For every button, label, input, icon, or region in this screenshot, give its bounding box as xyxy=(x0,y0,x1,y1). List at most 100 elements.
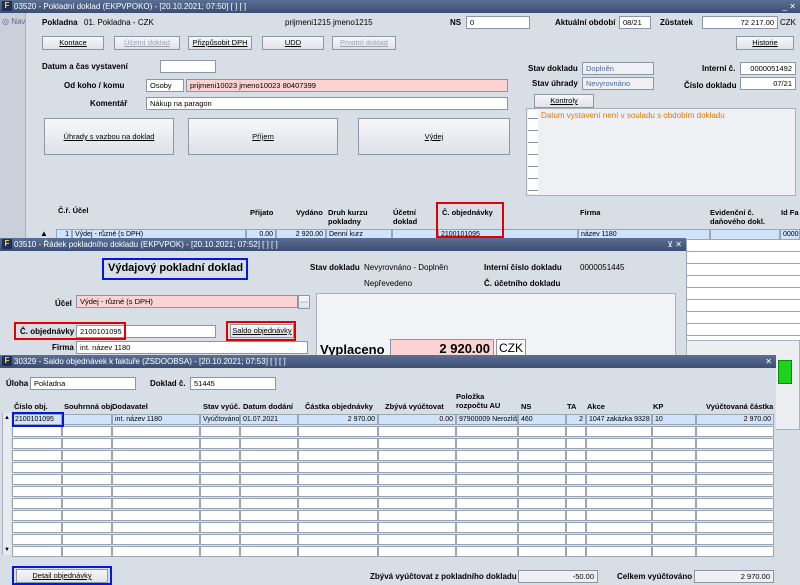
cell[interactable] xyxy=(200,486,240,497)
cell[interactable] xyxy=(298,426,378,437)
cell[interactable] xyxy=(586,462,652,473)
cell[interactable] xyxy=(240,498,298,509)
cell[interactable] xyxy=(12,474,62,485)
cell[interactable] xyxy=(518,438,566,449)
window-controls[interactable]: _ ✕ xyxy=(783,0,796,13)
cell[interactable] xyxy=(696,474,774,485)
cell[interactable] xyxy=(652,522,696,533)
cell[interactable] xyxy=(240,474,298,485)
cell[interactable] xyxy=(652,450,696,461)
cell[interactable] xyxy=(298,546,378,557)
cell[interactable] xyxy=(378,522,456,533)
cell[interactable] xyxy=(566,498,586,509)
cell[interactable] xyxy=(378,510,456,521)
cell[interactable] xyxy=(12,438,62,449)
cell[interactable]: 01.07.2021 xyxy=(240,414,298,425)
cell[interactable] xyxy=(378,474,456,485)
cell[interactable]: 1047 zakázka 9328 xyxy=(586,414,652,425)
cell[interactable] xyxy=(566,438,586,449)
ucel-field[interactable]: Výdej - různé (s DPH) xyxy=(76,295,298,308)
cell[interactable] xyxy=(112,450,200,461)
cell[interactable] xyxy=(378,498,456,509)
odkoho-type-field[interactable]: Osoby xyxy=(146,79,184,92)
cell[interactable] xyxy=(586,534,652,545)
cell[interactable] xyxy=(62,534,112,545)
cell[interactable] xyxy=(200,474,240,485)
cell[interactable] xyxy=(586,474,652,485)
cell[interactable] xyxy=(456,462,518,473)
cell[interactable] xyxy=(518,546,566,557)
cell[interactable] xyxy=(200,438,240,449)
cell[interactable] xyxy=(200,450,240,461)
nav-panel[interactable]: ◎ Nav xyxy=(0,13,26,245)
cell[interactable]: 0.00 xyxy=(378,414,456,425)
cell[interactable] xyxy=(566,462,586,473)
cell[interactable] xyxy=(12,426,62,437)
cell[interactable] xyxy=(298,522,378,533)
cell[interactable] xyxy=(12,450,62,461)
cell[interactable] xyxy=(378,426,456,437)
cell[interactable] xyxy=(586,426,652,437)
cell[interactable] xyxy=(586,438,652,449)
cell[interactable] xyxy=(456,474,518,485)
cell[interactable] xyxy=(378,546,456,557)
cell[interactable] xyxy=(200,510,240,521)
cell[interactable] xyxy=(696,438,774,449)
cell[interactable] xyxy=(696,450,774,461)
cell[interactable] xyxy=(696,486,774,497)
cell[interactable] xyxy=(240,462,298,473)
cell[interactable] xyxy=(652,534,696,545)
cell[interactable] xyxy=(240,450,298,461)
cell[interactable] xyxy=(240,534,298,545)
cell[interactable] xyxy=(62,546,112,557)
firma-field[interactable]: int. název 1180 xyxy=(76,341,308,354)
cell[interactable] xyxy=(456,498,518,509)
cell[interactable] xyxy=(112,546,200,557)
cell[interactable] xyxy=(112,438,200,449)
cell[interactable] xyxy=(62,450,112,461)
obdobi-field[interactable]: 08/21 xyxy=(619,16,651,29)
cell[interactable] xyxy=(112,474,200,485)
historie-button[interactable]: Historie xyxy=(736,36,794,50)
cell[interactable] xyxy=(298,438,378,449)
cell[interactable] xyxy=(696,534,774,545)
cell[interactable] xyxy=(200,546,240,557)
cell[interactable] xyxy=(240,438,298,449)
cell[interactable] xyxy=(586,522,652,533)
cell[interactable] xyxy=(62,462,112,473)
vydej-button[interactable]: Výdej xyxy=(358,118,510,155)
kontace-button[interactable]: Kontace xyxy=(42,36,104,50)
cell[interactable] xyxy=(586,450,652,461)
cell[interactable] xyxy=(696,522,774,533)
cell[interactable] xyxy=(112,426,200,437)
cell[interactable] xyxy=(566,450,586,461)
cell[interactable] xyxy=(586,498,652,509)
cell[interactable] xyxy=(652,462,696,473)
prijem-button[interactable]: Příjem xyxy=(188,118,338,155)
cell[interactable] xyxy=(652,426,696,437)
cell[interactable] xyxy=(298,498,378,509)
cell[interactable] xyxy=(200,534,240,545)
cell[interactable] xyxy=(518,426,566,437)
cell[interactable] xyxy=(566,546,586,557)
scroll-up-icon[interactable]: ▲ xyxy=(4,413,10,423)
cell[interactable] xyxy=(62,486,112,497)
cell[interactable] xyxy=(112,510,200,521)
ns-field[interactable]: 0 xyxy=(466,16,530,29)
cell[interactable] xyxy=(518,450,566,461)
cell[interactable] xyxy=(378,450,456,461)
cell[interactable] xyxy=(298,510,378,521)
cell[interactable]: 10 xyxy=(652,414,696,425)
cell[interactable]: 2 970.00 xyxy=(298,414,378,425)
cell[interactable]: 2 xyxy=(566,414,586,425)
nav-icon[interactable]: ◎ Nav xyxy=(2,17,25,27)
cell[interactable] xyxy=(12,534,62,545)
cell[interactable] xyxy=(456,510,518,521)
datum-field[interactable] xyxy=(160,60,216,73)
cell[interactable] xyxy=(586,546,652,557)
cell[interactable] xyxy=(62,438,112,449)
cell[interactable] xyxy=(456,438,518,449)
cell[interactable] xyxy=(456,522,518,533)
cell[interactable] xyxy=(200,498,240,509)
cell[interactable] xyxy=(652,486,696,497)
